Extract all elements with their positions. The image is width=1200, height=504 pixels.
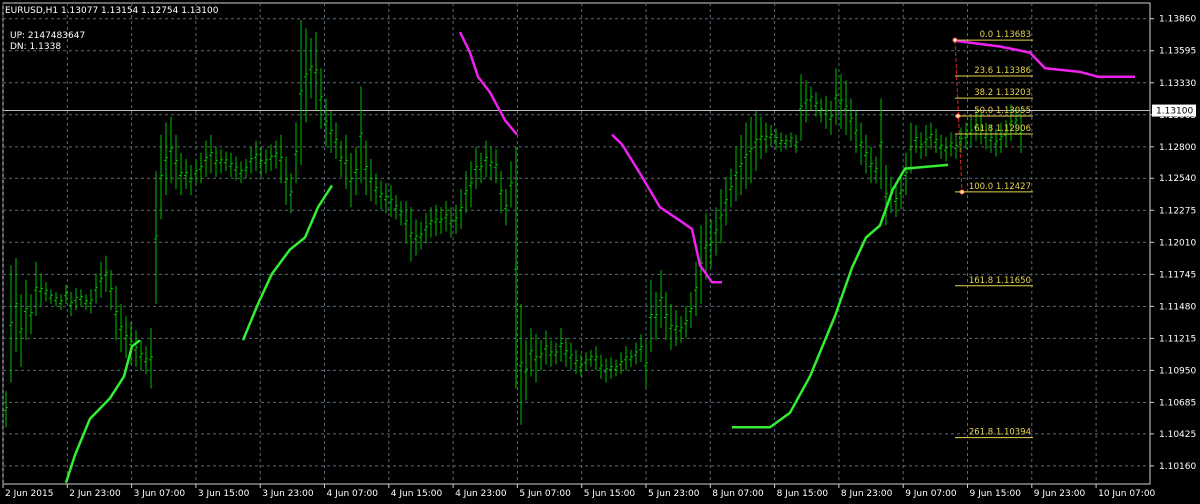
price-chart[interactable]: 0.0 1.13683 23.6 1.13386 38.2 1.13203 50.0 …	[0, 0, 1200, 500]
fibonacci-retracement: 0.0 1.13683 23.6 1.13386 38.2 1.13203 50.0 …	[952, 30, 1033, 439]
symbol-header: EURUSD,H1 1.13077 1.13154 1.12754 1.1310…	[5, 6, 219, 16]
support-line	[732, 163, 949, 429]
chart-canvas[interactable]: 0.0 1.13683 23.6 1.13386 38.2 1.13203 50.0 …	[0, 0, 1200, 500]
price-bars	[4, 19, 1023, 428]
x-tick-label: 3 Jun 15:00	[198, 489, 250, 499]
fib-level-label: 161.8 1.11650	[969, 276, 1031, 286]
indicator-dn-value: DN: 1.1338	[10, 42, 62, 52]
support-line	[64, 339, 141, 484]
fib-level-label: 61.8 1.12906	[974, 124, 1031, 134]
y-tick-label: 1.12540	[1159, 174, 1196, 184]
x-tick-label: 2 Jun 2015	[5, 489, 53, 499]
x-tick-label: 8 Jun 07:00	[712, 489, 764, 499]
x-tick-label: 8 Jun 23:00	[841, 489, 893, 499]
fib-level-label: 100.0 1.12427	[969, 182, 1031, 192]
current-price-label: 1.13100	[1156, 107, 1193, 117]
x-tick-label: 4 Jun 15:00	[391, 489, 443, 499]
support-line	[241, 184, 334, 341]
x-tick-label: 3 Jun 23:00	[262, 489, 314, 499]
fib-level-label: 0.0 1.13683	[980, 30, 1031, 40]
x-tick-label: 3 Jun 07:00	[134, 489, 186, 499]
x-tick-label: 9 Jun 15:00	[970, 489, 1022, 499]
x-tick-label: 8 Jun 15:00	[777, 489, 829, 499]
x-tick-label: 10 Jun 07:00	[1098, 489, 1155, 499]
resistance-line	[458, 31, 518, 136]
fib-level-label: 38.2 1.13203	[974, 88, 1031, 98]
y-tick-label: 1.13595	[1159, 47, 1196, 57]
y-tick-label: 1.10425	[1159, 430, 1196, 440]
y-tick-label: 1.12275	[1159, 206, 1196, 216]
x-tick-label: 5 Jun 15:00	[584, 489, 636, 499]
x-tick-label: 4 Jun 07:00	[327, 489, 379, 499]
x-tick-label: 9 Jun 07:00	[905, 489, 957, 499]
y-tick-label: 1.12010	[1159, 238, 1196, 248]
y-tick-label: 1.11745	[1159, 270, 1196, 280]
x-tick-label: 5 Jun 07:00	[519, 489, 571, 499]
y-tick-label: 1.11215	[1159, 334, 1196, 344]
fib-level-label: 23.6 1.13386	[974, 66, 1031, 76]
y-tick-label: 1.12800	[1159, 143, 1196, 153]
y-tick-label: 1.10685	[1159, 398, 1196, 408]
x-tick-label: 4 Jun 23:00	[455, 489, 507, 499]
fib-level-label: 261.8 1.10394	[969, 428, 1031, 438]
indicator-up-value: UP: 2147483647	[10, 31, 86, 41]
x-tick-label: 9 Jun 23:00	[1034, 489, 1086, 499]
indicator-lines	[64, 31, 1135, 484]
y-tick-label: 1.13860	[1159, 15, 1196, 25]
x-tick-label: 5 Jun 23:00	[648, 489, 700, 499]
x-tick-label: 2 Jun 23:00	[69, 489, 121, 499]
fib-level-label: 50.0 1.13055	[974, 106, 1031, 116]
y-tick-label: 1.13330	[1159, 79, 1196, 89]
y-tick-label: 1.10950	[1159, 366, 1196, 376]
y-tick-label: 1.11480	[1159, 302, 1196, 312]
y-tick-label: 1.10160	[1159, 462, 1196, 472]
